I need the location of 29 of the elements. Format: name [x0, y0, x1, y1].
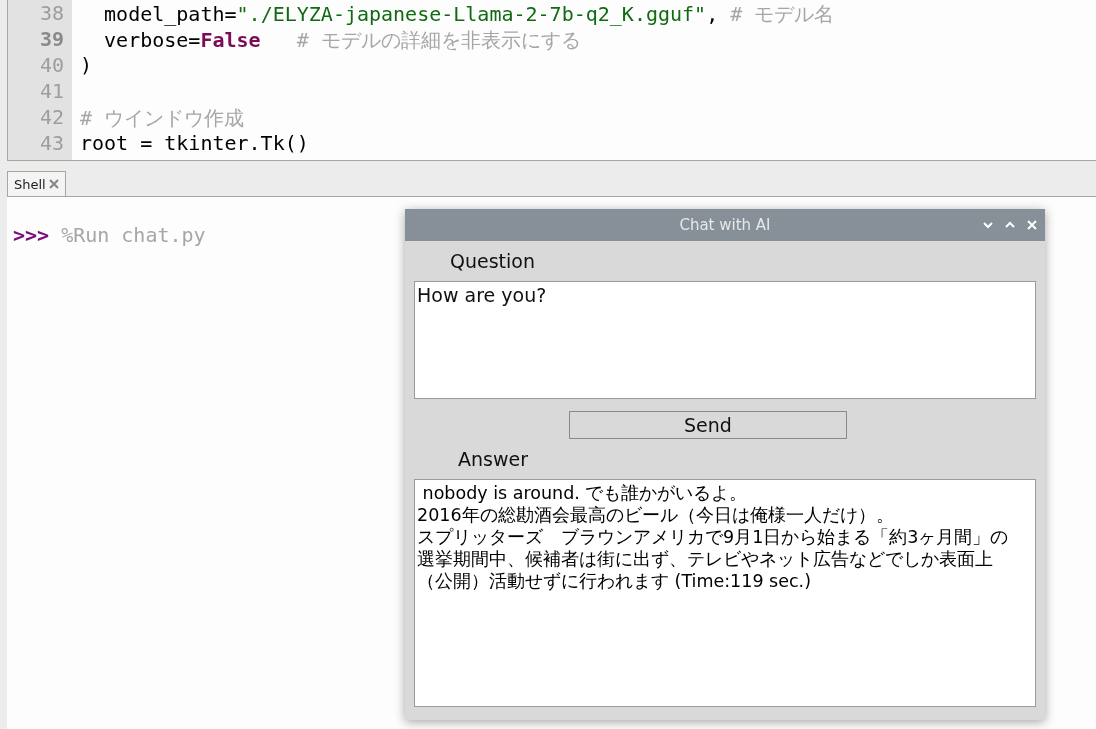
question-field[interactable]: How are you?: [414, 281, 1036, 399]
line-number: 42: [38, 105, 65, 131]
code-line: # ウインドウ作成: [80, 106, 245, 130]
answer-text-line: 選挙期間中、候補者は街に出ず、テレビやネット広告などでしか表面上: [417, 548, 994, 570]
line-number: 40: [38, 53, 65, 79]
code-editor[interactable]: 38 39 40 41 42 43 model_path="./ELYZA-japanese-Llama-2-7b-q2_K.gguf", # モデル名 verbose=False # モデルの詳細を非表示にする ) # ウインドウ作成 root = tkinter.Tk(): [7, 0, 1096, 161]
shell-command: %Run chat.py: [61, 223, 206, 247]
code-line: model_path="./ELYZA-japanese-Llama-2-7b-q2_K.gguf", # モデル名: [103, 2, 835, 26]
answer-text-line: スプリッターズ ブラウンアメリカで9月1日から始まる「約3ヶ月間」の: [417, 526, 1010, 548]
line-number: 43: [38, 131, 65, 157]
close-icon[interactable]: [48, 179, 59, 189]
answer-text-line: （公開）活動せずに行われます (Time:119 sec.): [417, 570, 812, 592]
answer-label: Answer: [458, 447, 528, 472]
line-number: 38: [38, 1, 65, 27]
line-number: 39: [38, 27, 65, 53]
close-icon[interactable]: [1025, 218, 1039, 232]
answer-text-line: nobody is around. でも誰かがいるよ。: [421, 482, 749, 504]
send-button[interactable]: Send: [569, 411, 847, 439]
shell-panel[interactable]: [7, 197, 1096, 729]
answer-text-line: 2016年の総勘酒会最高のビール（今日は俺様一人だけ）。: [417, 504, 895, 526]
code-line: root = tkinter.Tk(): [80, 131, 309, 155]
shell-prompt: >>>: [13, 223, 50, 247]
question-label: Question: [450, 249, 535, 274]
dialog-title: Chat with AI: [679, 216, 771, 234]
line-number: 41: [38, 79, 65, 105]
code-line: verbose=False # モデルの詳細を非表示にする: [103, 28, 581, 52]
answer-field[interactable]: nobody is around. でも誰かがいるよ。 2016年の総勘酒会最高のビール（今日は俺様一人だけ）。 スプリッターズ ブラウンアメリカで9月1日から始まる「約3ヶ月間」の 選挙期間中、候補者は街に出ず、テレビやネット広告などでしか表面上 （公開）活動せずに行われます (Time:119 sec.): [414, 479, 1036, 707]
shell-tab[interactable]: Shell: [7, 171, 66, 196]
code-line: ): [80, 53, 93, 77]
